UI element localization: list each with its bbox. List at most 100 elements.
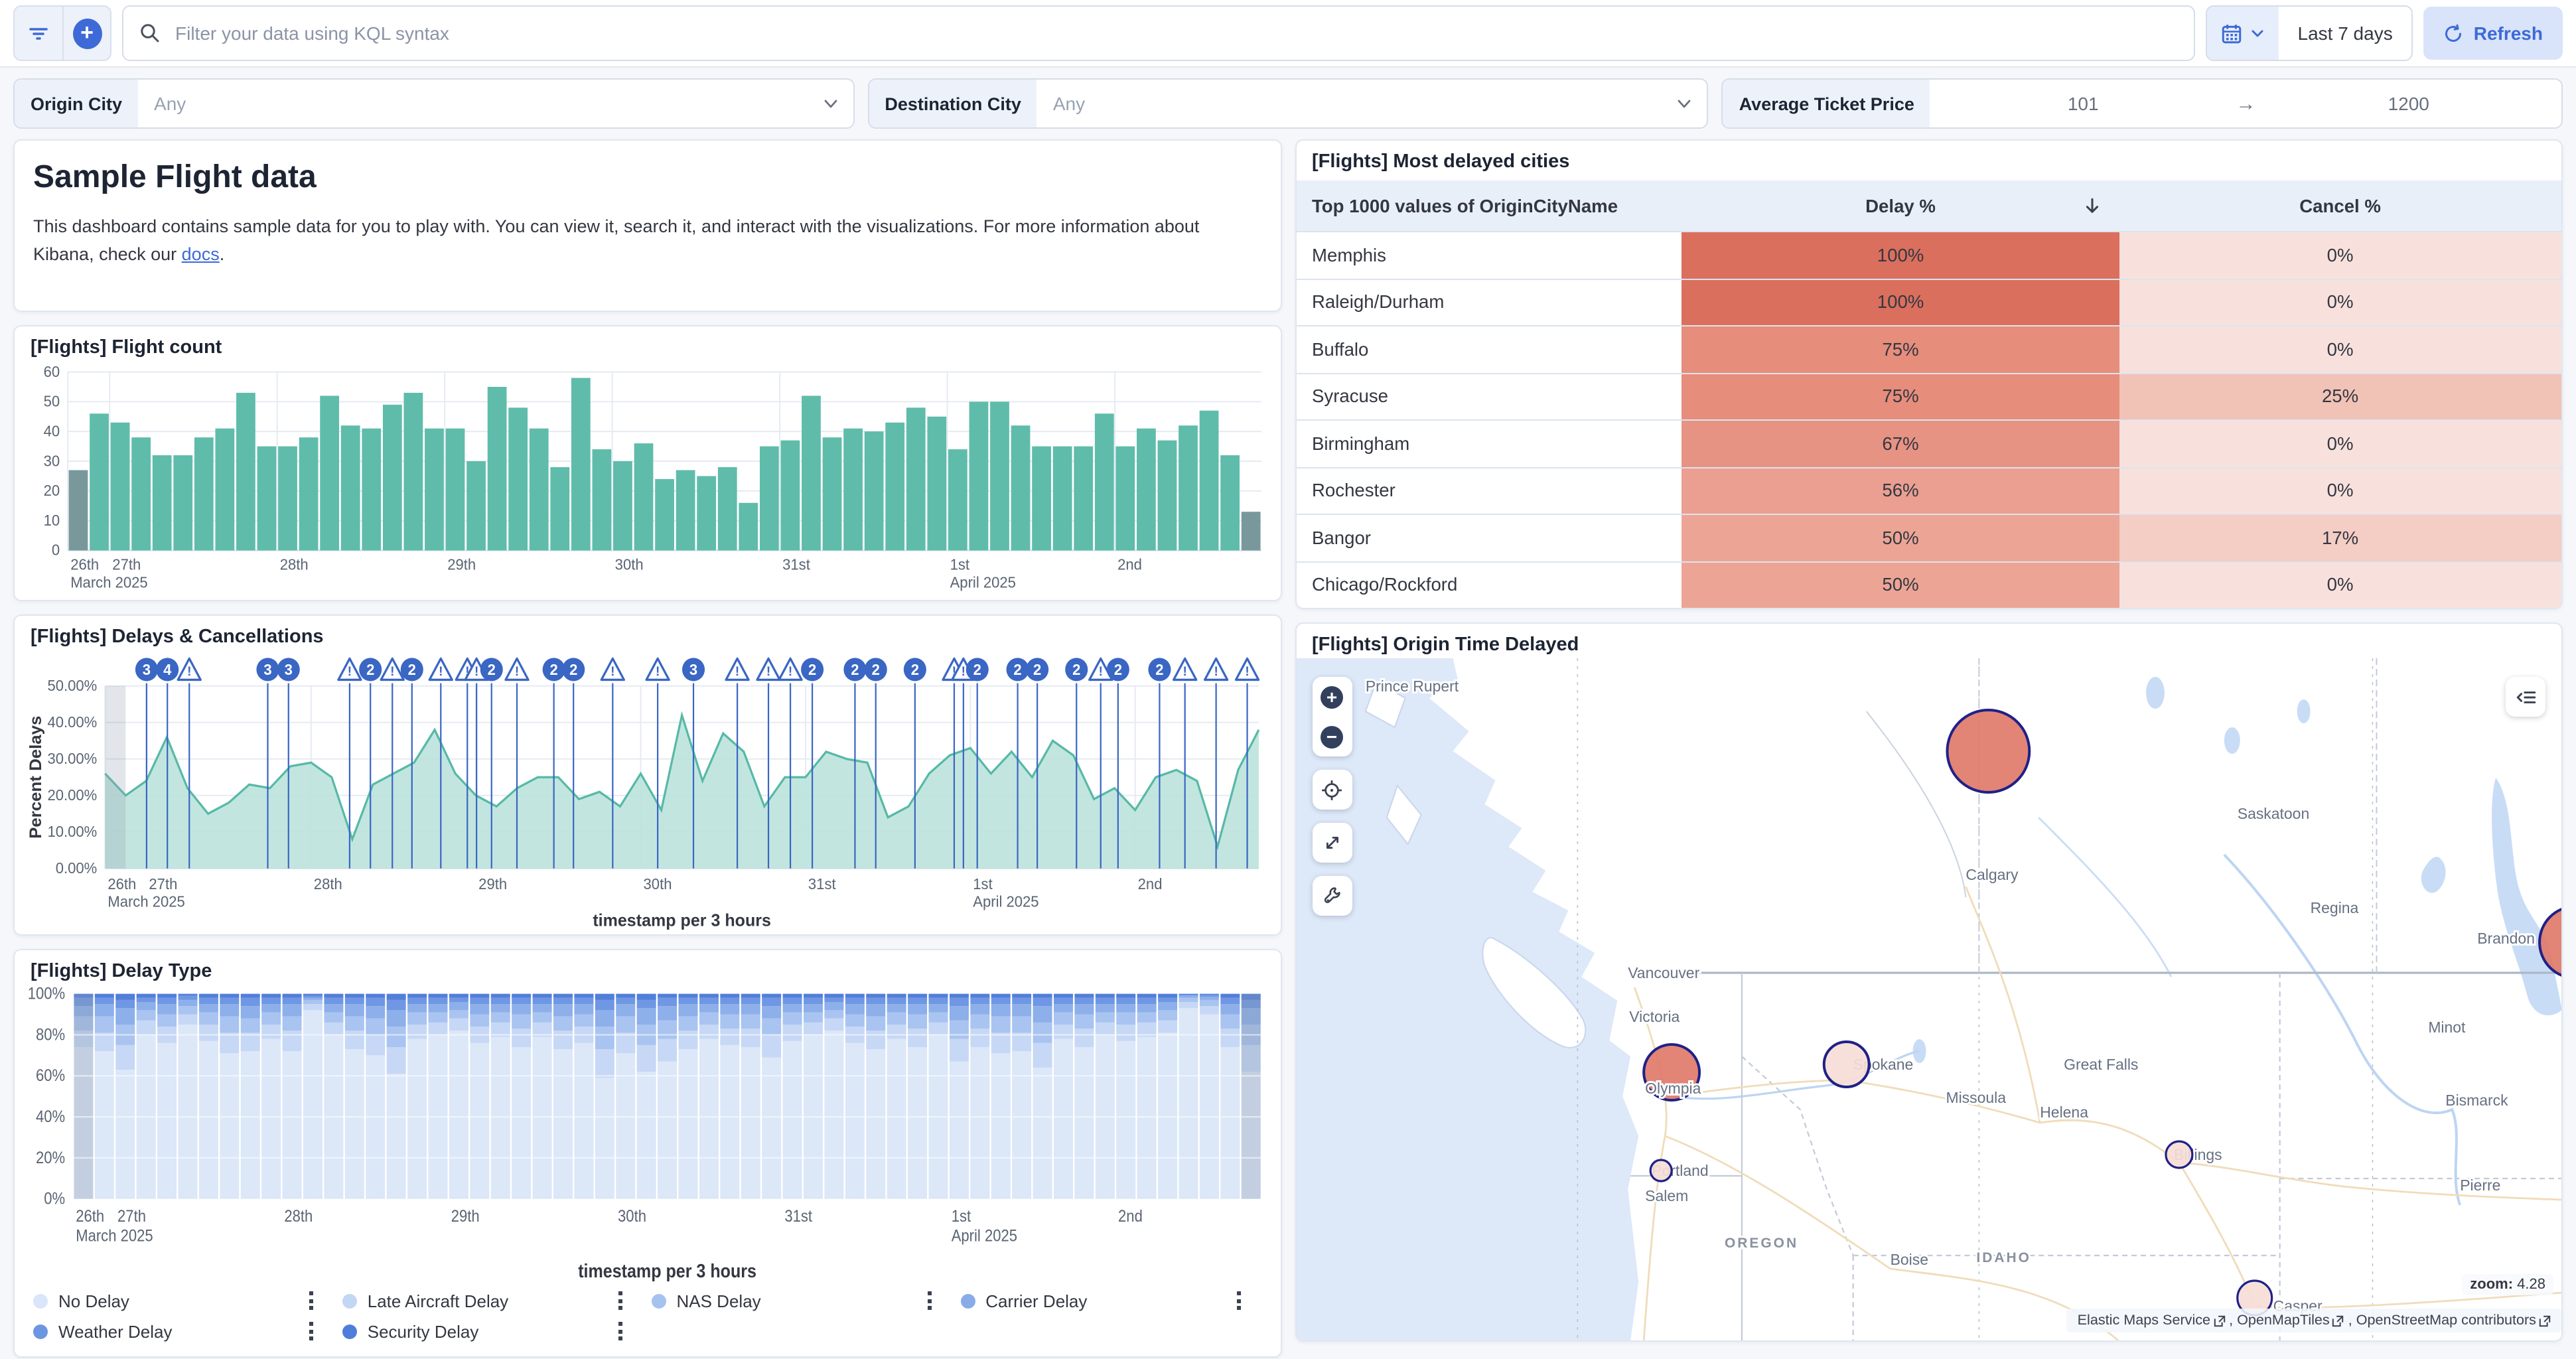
stacked-bar-segment[interactable]: [699, 1039, 719, 1199]
stacked-bar-segment[interactable]: [970, 1047, 989, 1199]
map-expand-button[interactable]: [1312, 823, 1352, 863]
stacked-bar-segment[interactable]: [720, 998, 739, 1004]
stacked-bar-segment[interactable]: [804, 1012, 823, 1022]
stacked-bar-segment[interactable]: [283, 1051, 302, 1199]
stacked-bar-segment[interactable]: [137, 1010, 156, 1020]
bar[interactable]: [697, 476, 716, 550]
bar[interactable]: [131, 437, 151, 550]
stacked-bar-segment[interactable]: [283, 1017, 302, 1031]
stacked-bar-segment[interactable]: [1220, 1047, 1240, 1199]
origin-delay-bubble[interactable]: [1824, 1042, 1869, 1087]
stacked-bar-segment[interactable]: [137, 994, 156, 998]
cancel-cell[interactable]: 0%: [2119, 468, 2561, 514]
stacked-bar-segment[interactable]: [1158, 1021, 1177, 1033]
stacked-bar-segment[interactable]: [324, 1004, 343, 1012]
stacked-bar-segment[interactable]: [387, 1010, 406, 1027]
stacked-bar-segment[interactable]: [950, 1062, 969, 1199]
stacked-bar-segment[interactable]: [866, 1031, 885, 1049]
stacked-bar-segment[interactable]: [637, 994, 656, 1000]
stacked-bar-segment[interactable]: [908, 1047, 927, 1199]
stacked-bar-segment[interactable]: [533, 998, 552, 1004]
stacked-bar-segment[interactable]: [95, 998, 114, 1004]
stacked-bar-segment[interactable]: [261, 1012, 281, 1025]
city-cell[interactable]: Chicago/Rockford: [1296, 562, 1682, 608]
stacked-bar-segment[interactable]: [491, 1004, 510, 1012]
stacked-bar-segment[interactable]: [512, 1004, 531, 1014]
stacked-bar-segment[interactable]: [366, 998, 385, 1006]
bar[interactable]: [1179, 425, 1198, 550]
bar[interactable]: [927, 417, 946, 551]
stacked-bar-segment[interactable]: [1158, 1002, 1177, 1010]
stacked-bar-segment[interactable]: [345, 1049, 364, 1199]
bar[interactable]: [362, 429, 381, 551]
stacked-bar-segment[interactable]: [720, 1045, 739, 1199]
stacked-bar-segment[interactable]: [387, 1000, 406, 1010]
stacked-bar-segment[interactable]: [824, 994, 843, 998]
stacked-bar-segment[interactable]: [970, 998, 989, 1004]
stacked-bar-segment[interactable]: [470, 1043, 489, 1199]
stacked-bar-segment[interactable]: [220, 998, 239, 1004]
stacked-bar-segment[interactable]: [1158, 1010, 1177, 1020]
delay-cell[interactable]: 50%: [1682, 515, 2119, 561]
stacked-bar-segment[interactable]: [324, 994, 343, 998]
stacked-bar-segment[interactable]: [95, 994, 114, 998]
stacked-bar-segment[interactable]: [824, 998, 843, 1002]
stacked-bar-segment[interactable]: [928, 998, 948, 1004]
stacked-bar-segment[interactable]: [470, 1004, 489, 1014]
stacked-bar-segment[interactable]: [1179, 1002, 1198, 1008]
stacked-bar-segment[interactable]: [1116, 1041, 1135, 1199]
stacked-bar-segment[interactable]: [928, 994, 948, 998]
bar[interactable]: [865, 431, 884, 550]
column-header-origin-city[interactable]: Top 1000 values of OriginCityName: [1296, 180, 1682, 231]
stacked-bar-segment[interactable]: [366, 1035, 385, 1055]
map-legend-toggle-button[interactable]: [2506, 677, 2545, 717]
stacked-bar-segment[interactable]: [178, 1015, 197, 1025]
stacked-bar-segment[interactable]: [1158, 1033, 1177, 1198]
stacked-bar-segment[interactable]: [1074, 1015, 1094, 1029]
bar[interactable]: [530, 429, 549, 551]
bar[interactable]: [383, 405, 402, 551]
city-cell[interactable]: Bangor: [1296, 515, 1682, 561]
bar[interactable]: [969, 401, 989, 550]
stacked-bar-segment[interactable]: [178, 996, 197, 1000]
stacked-bar-segment[interactable]: [303, 998, 322, 1000]
stacked-bar-segment[interactable]: [595, 1000, 614, 1010]
filter-button[interactable]: [15, 7, 62, 60]
stacked-bar-segment[interactable]: [991, 994, 1011, 998]
stacked-bar-segment[interactable]: [345, 998, 364, 1004]
stacked-bar-segment[interactable]: [157, 994, 177, 998]
stacked-bar-segment[interactable]: [137, 1002, 156, 1010]
map-zoom-out-button[interactable]: −: [1312, 717, 1352, 756]
stacked-bar-segment[interactable]: [1012, 994, 1031, 998]
stacked-bar-segment[interactable]: [720, 1015, 739, 1029]
stacked-bar-segment[interactable]: [553, 1004, 573, 1017]
stacked-bar-segment[interactable]: [387, 1074, 406, 1199]
stacked-bar-segment[interactable]: [261, 1004, 281, 1012]
stacked-bar-segment[interactable]: [991, 1033, 1011, 1053]
stacked-bar-segment[interactable]: [533, 994, 552, 998]
bar[interactable]: [90, 413, 109, 550]
stacked-bar-segment[interactable]: [741, 1004, 760, 1014]
stacked-bar-segment[interactable]: [762, 1006, 781, 1019]
stacked-bar-segment[interactable]: [1220, 1015, 1240, 1029]
stacked-bar-segment[interactable]: [950, 1006, 969, 1021]
stacked-bar-segment[interactable]: [449, 994, 468, 998]
cancel-cell[interactable]: 0%: [2119, 279, 2561, 325]
stacked-bar-segment[interactable]: [866, 994, 885, 998]
stacked-bar-segment[interactable]: [1179, 995, 1198, 996]
bar[interactable]: [802, 395, 821, 550]
city-cell[interactable]: Buffalo: [1296, 326, 1682, 372]
stacked-bar-segment[interactable]: [824, 1031, 843, 1198]
stacked-bar-segment[interactable]: [804, 1004, 823, 1012]
stacked-bar-segment[interactable]: [824, 1010, 843, 1018]
attribution-link[interactable]: Elastic Maps Service: [2078, 1313, 2225, 1328]
stacked-bar-segment[interactable]: [407, 998, 427, 1004]
stacked-bar-segment[interactable]: [1220, 994, 1240, 998]
stacked-bar-segment[interactable]: [741, 994, 760, 998]
stacked-bar-segment[interactable]: [574, 998, 593, 1004]
stacked-bar-segment[interactable]: [908, 1015, 927, 1029]
stacked-bar-segment[interactable]: [303, 996, 322, 998]
stacked-bar-segment[interactable]: [470, 994, 489, 998]
stacked-bar-segment[interactable]: [387, 994, 406, 1000]
bar[interactable]: [1095, 413, 1114, 550]
